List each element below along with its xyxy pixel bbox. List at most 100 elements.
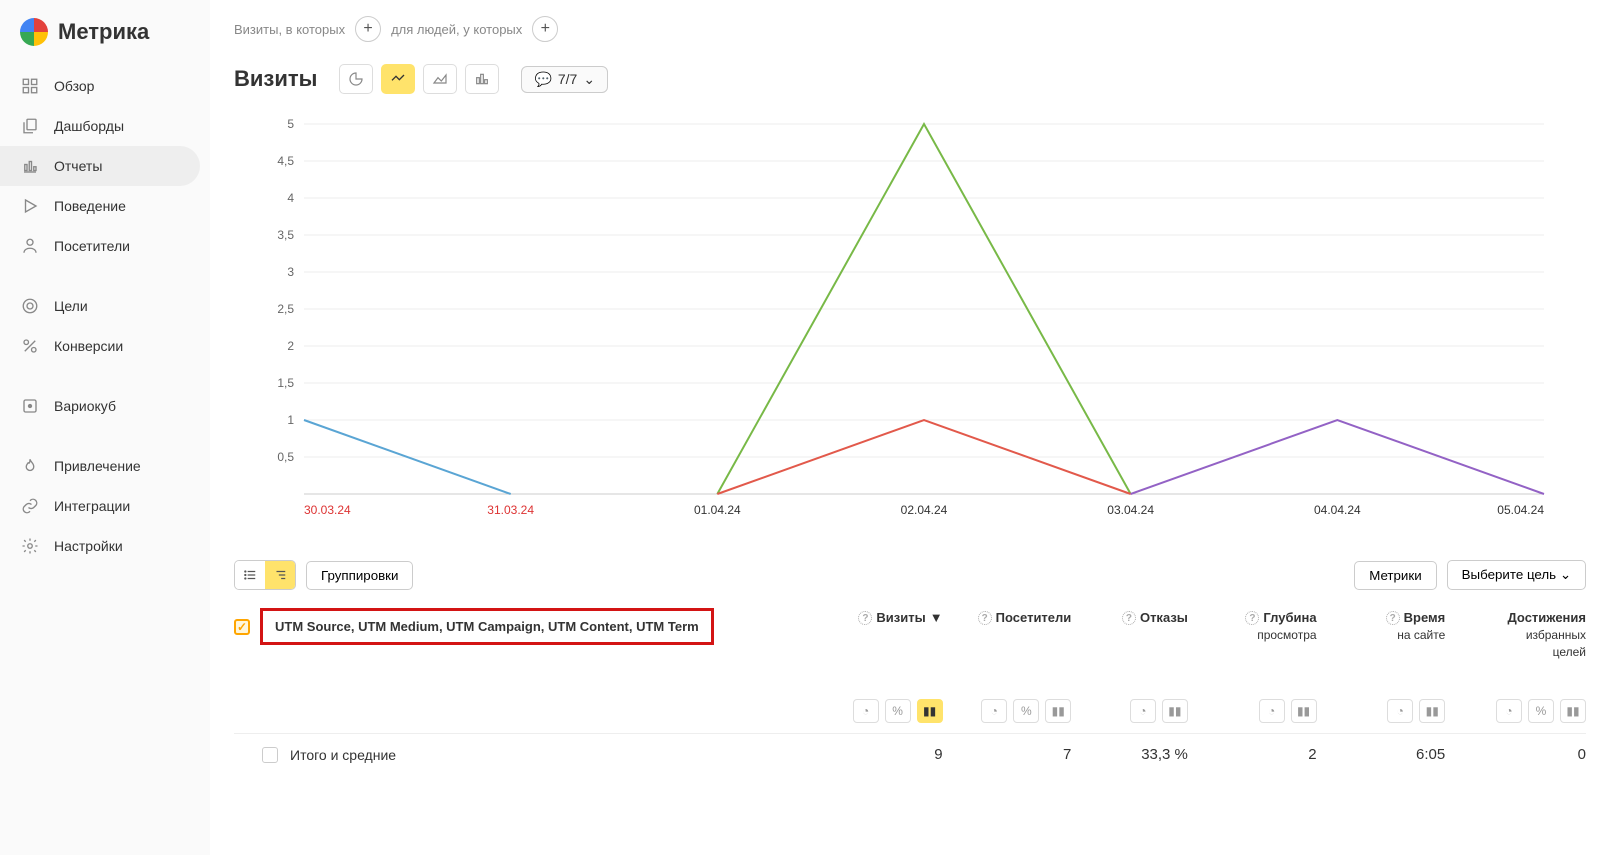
svg-text:4: 4 (287, 191, 294, 205)
gear-icon (20, 536, 40, 556)
svg-text:05.04.24: 05.04.24 (1497, 503, 1544, 517)
nav-variokub[interactable]: Вариокуб (0, 386, 210, 426)
svg-text:03.04.24: 03.04.24 (1107, 503, 1154, 517)
nav-goals[interactable]: Цели (0, 286, 210, 326)
nav-overview[interactable]: Обзор (0, 66, 210, 106)
svg-text:31.03.24: 31.03.24 (487, 503, 534, 517)
pie-icon[interactable]: ◔ (1496, 699, 1522, 723)
svg-text:02.04.24: 02.04.24 (901, 503, 948, 517)
chart[interactable]: 0,511,522,533,544,5530.03.2431.03.2401.0… (274, 114, 1586, 514)
link-icon (20, 496, 40, 516)
percent-icon[interactable]: % (885, 699, 911, 723)
svg-text:2: 2 (287, 339, 294, 353)
nav-reports[interactable]: Отчеты (0, 146, 200, 186)
nav-dashboards[interactable]: Дашборды (0, 106, 210, 146)
svg-text:4,5: 4,5 (277, 154, 294, 168)
svg-text:5: 5 (287, 117, 294, 131)
logo-icon (20, 18, 48, 46)
line-chart-icon[interactable] (381, 64, 415, 94)
svg-text:3: 3 (287, 265, 294, 279)
nav-acquisition[interactable]: Привлечение (0, 446, 210, 486)
tree-view-icon[interactable] (265, 561, 295, 589)
sort-desc-icon: ▼ (930, 610, 943, 625)
totals-row: Итого и средние 9 7 33,3 % 2 6:05 0 (234, 733, 1586, 775)
pie-icon[interactable]: ◔ (981, 699, 1007, 723)
nav-label: Поведение (54, 198, 126, 214)
choose-goal-label: Выберите цель (1462, 567, 1556, 582)
table-toolbar: Группировки Метрики Выберите цель ⌄ (234, 560, 1586, 590)
cell-time: 6:05 (1325, 746, 1446, 763)
area-chart-icon[interactable] (423, 64, 457, 94)
nav-conversions[interactable]: Конверсии (0, 326, 210, 366)
nav-label: Отчеты (54, 158, 102, 174)
col-visitors[interactable]: ?Посетители (951, 608, 1072, 659)
svg-text:2,5: 2,5 (277, 302, 294, 316)
grid-icon (20, 76, 40, 96)
col-visits[interactable]: ?Визиты ▼ (834, 608, 943, 659)
nav-label: Конверсии (54, 338, 123, 354)
pie-icon[interactable]: ◔ (1387, 699, 1413, 723)
bars-icon[interactable]: ▮▮ (1291, 699, 1317, 723)
svg-text:01.04.24: 01.04.24 (694, 503, 741, 517)
nav-label: Дашборды (54, 118, 124, 134)
bars-icon[interactable]: ▮▮ (1045, 699, 1071, 723)
col-bounces[interactable]: ?Отказы (1079, 608, 1188, 659)
percent-icon[interactable]: % (1013, 699, 1039, 723)
percent-icon[interactable]: % (1528, 699, 1554, 723)
svg-text:0,5: 0,5 (277, 450, 294, 464)
choose-goal-button[interactable]: Выберите цель ⌄ (1447, 560, 1586, 590)
percent-icon (20, 336, 40, 356)
bars-icon[interactable]: ▮▮ (1560, 699, 1586, 723)
page-title: Визиты (234, 66, 317, 92)
view-segment (234, 560, 296, 590)
bars-icon[interactable]: ▮▮ (1162, 699, 1188, 723)
main-content: Визиты, в которых + для людей, у которых… (210, 0, 1610, 855)
add-visits-filter-button[interactable]: + (355, 16, 381, 42)
nav-label: Цели (54, 298, 88, 314)
comment-icon: 💬 (534, 71, 551, 88)
nav-visitors[interactable]: Посетители (0, 226, 210, 266)
play-icon (20, 196, 40, 216)
nav-behavior[interactable]: Поведение (0, 186, 210, 226)
list-view-icon[interactable] (235, 561, 265, 589)
col-time[interactable]: ?Время на сайте (1325, 608, 1446, 659)
metrics-button[interactable]: Метрики (1354, 561, 1436, 590)
nav-label: Интеграции (54, 498, 130, 514)
bars-icon[interactable]: ▮▮ (1419, 699, 1445, 723)
app-name: Метрика (58, 19, 149, 45)
groupings-button[interactable]: Группировки (306, 561, 413, 590)
totals-label: Итого и средние (290, 747, 396, 763)
pie-icon[interactable]: ◔ (1259, 699, 1285, 723)
cell-visitors: 7 (951, 746, 1072, 763)
icon-controls-row: ◔%▮▮ ◔%▮▮ ◔▮▮ ◔▮▮ ◔▮▮ ◔%▮▮ (234, 659, 1586, 723)
bars-icon[interactable]: ▮▮ (917, 699, 943, 723)
add-people-filter-button[interactable]: + (532, 16, 558, 42)
table-header: UTM Source, UTM Medium, UTM Campaign, UT… (234, 608, 1586, 659)
filter-visits-label: Визиты, в которых (234, 22, 345, 37)
filter-row: Визиты, в которых + для людей, у которых… (234, 16, 1586, 42)
nav-label: Обзор (54, 78, 94, 94)
cell-visits: 9 (834, 746, 943, 763)
pie-icon[interactable]: ◔ (1130, 699, 1156, 723)
svg-text:3,5: 3,5 (277, 228, 294, 242)
nav-label: Привлечение (54, 458, 141, 474)
row-checkbox[interactable] (262, 747, 278, 763)
col-goals[interactable]: Достижения избранных целей (1453, 608, 1586, 659)
nav-label: Вариокуб (54, 398, 116, 414)
grouping-label-highlight: UTM Source, UTM Medium, UTM Campaign, UT… (260, 608, 714, 645)
col-depth[interactable]: ?Глубина просмотра (1196, 608, 1317, 659)
svg-text:30.03.24: 30.03.24 (304, 503, 351, 517)
svg-text:1: 1 (287, 413, 294, 427)
cell-goals: 0 (1453, 746, 1586, 763)
chevron-down-icon: ⌄ (583, 71, 595, 88)
pie-chart-icon[interactable] (339, 64, 373, 94)
column-chart-icon[interactable] (465, 64, 499, 94)
series-count-button[interactable]: 💬 7/7 ⌄ (521, 66, 608, 93)
pie-icon[interactable]: ◔ (853, 699, 879, 723)
svg-text:04.04.24: 04.04.24 (1314, 503, 1361, 517)
nav-integrations[interactable]: Интеграции (0, 486, 210, 526)
nav-settings[interactable]: Настройки (0, 526, 210, 566)
select-all-checkbox[interactable] (234, 619, 250, 635)
person-icon (20, 236, 40, 256)
logo[interactable]: Метрика (0, 18, 210, 66)
